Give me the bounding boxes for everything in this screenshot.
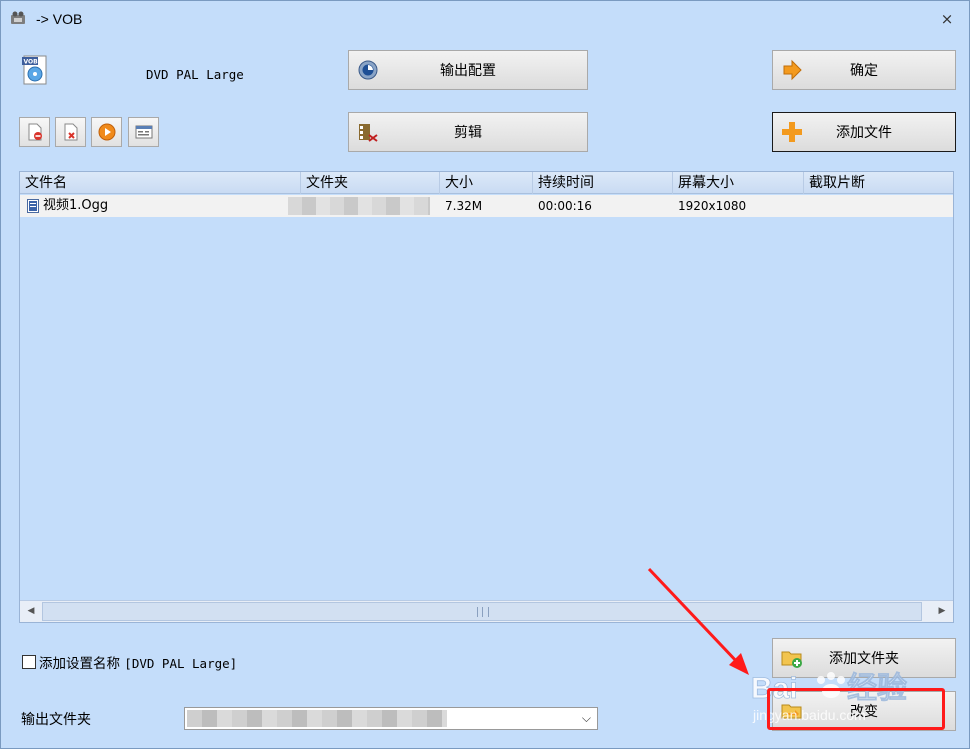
- scroll-left-icon[interactable]: ◀: [20, 601, 42, 622]
- document-remove-icon: [28, 123, 42, 141]
- confirm-button[interactable]: 确定: [772, 50, 956, 90]
- title-bar[interactable]: -> VOB ×: [1, 1, 969, 37]
- close-button[interactable]: ×: [937, 9, 957, 29]
- app-icon: [11, 11, 25, 24]
- window-title: -> VOB: [36, 11, 83, 27]
- output-config-label: 输出配置: [440, 63, 496, 79]
- change-button[interactable]: 改变: [772, 691, 956, 731]
- column-header-size[interactable]: 大小: [440, 172, 533, 194]
- add-setting-name-option[interactable]: 添加设置名称 [DVD PAL Large]: [22, 652, 237, 672]
- edit-button[interactable]: 剪辑: [348, 112, 588, 152]
- vob-format-icon: VOB: [22, 55, 47, 85]
- file-info-button[interactable]: [128, 117, 159, 147]
- cell-folder-blurred: [288, 197, 430, 215]
- scroll-thumb[interactable]: [42, 602, 922, 621]
- cell-clip: [804, 195, 953, 217]
- profile-name: DVD PAL Large: [146, 67, 244, 82]
- add-setting-name-label: 添加设置名称: [39, 656, 120, 672]
- chevron-down-icon: ⌵: [581, 711, 591, 725]
- cell-duration: 00:00:16: [538, 199, 592, 213]
- cell-screen-size: 1920x1080: [678, 199, 747, 213]
- output-folder-label: 输出文件夹: [21, 712, 91, 728]
- file-list-header: 文件名 文件夹 大小 持续时间 屏幕大小 截取片断: [20, 172, 953, 194]
- output-config-button[interactable]: 输出配置: [348, 50, 588, 90]
- scroll-right-icon[interactable]: ▶: [931, 601, 953, 622]
- output-folder-select[interactable]: ⌵: [184, 707, 598, 730]
- info-card-icon: [135, 125, 152, 139]
- column-header-name[interactable]: 文件名: [20, 172, 301, 194]
- document-delete-icon: [64, 123, 77, 141]
- grip-icon: [477, 607, 489, 617]
- clear-list-button[interactable]: [55, 117, 86, 147]
- play-button[interactable]: [91, 117, 122, 147]
- svg-text:VOB: VOB: [24, 59, 39, 66]
- add-setting-name-value: [DVD PAL Large]: [124, 656, 238, 671]
- main-window: -> VOB × VOB DVD PAL Large 输出配置 剪辑 确定 添加…: [0, 0, 970, 749]
- add-folder-label: 添加文件夹: [829, 651, 899, 667]
- confirm-label: 确定: [850, 63, 878, 79]
- cell-size: 7.32M: [445, 199, 483, 213]
- column-header-duration[interactable]: 持续时间: [533, 172, 673, 194]
- remove-file-button[interactable]: [19, 117, 50, 147]
- table-row[interactable]: 视频1.Ogg 7.32M 00:00:16 1920x1080: [20, 195, 953, 217]
- add-setting-name-checkbox[interactable]: [22, 655, 36, 669]
- column-header-clip[interactable]: 截取片断: [804, 172, 953, 194]
- cell-file-name: 视频1.Ogg: [43, 198, 109, 213]
- add-file-label: 添加文件: [836, 125, 892, 141]
- horizontal-scrollbar[interactable]: ◀ ▶: [20, 600, 953, 622]
- change-label: 改变: [850, 704, 878, 720]
- file-list[interactable]: 文件名 文件夹 大小 持续时间 屏幕大小 截取片断 视频1.Ogg 7.32M …: [19, 171, 954, 623]
- add-folder-button[interactable]: 添加文件夹: [772, 638, 956, 678]
- column-header-screen-size[interactable]: 屏幕大小: [673, 172, 804, 194]
- column-header-folder[interactable]: 文件夹: [301, 172, 440, 194]
- edit-label: 剪辑: [454, 125, 482, 141]
- output-folder-blurred-value: [187, 710, 447, 727]
- add-file-button[interactable]: 添加文件: [772, 112, 956, 152]
- play-icon: [98, 123, 115, 141]
